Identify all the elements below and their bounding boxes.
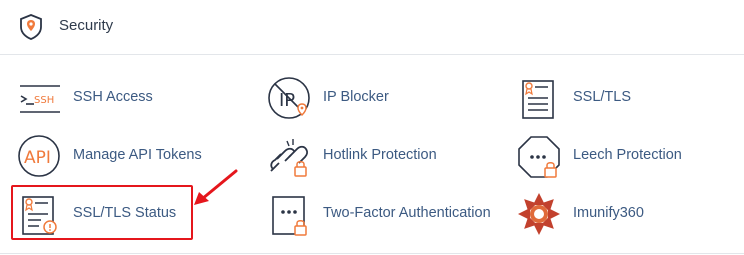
tool-imunify360[interactable]: Imunify360	[517, 191, 667, 239]
annotation-arrow	[194, 169, 238, 205]
octagon-password-lock-icon	[518, 136, 560, 178]
tool-ip-blocker[interactable]: IP IP Blocker	[267, 75, 427, 123]
tool-label: Imunify360	[573, 205, 644, 221]
tool-two-factor-authentication[interactable]: Two-Factor Authentication	[267, 191, 507, 239]
certificate-icon	[522, 80, 554, 119]
tool-label: Two-Factor Authentication	[323, 205, 491, 221]
tool-ssh-access[interactable]: SSH SSH Access	[17, 75, 187, 123]
svg-text:SSH: SSH	[34, 95, 54, 106]
tool-hotlink-protection[interactable]: Hotlink Protection	[267, 133, 457, 181]
tool-label: Hotlink Protection	[323, 147, 437, 163]
svg-text:IP: IP	[279, 90, 295, 111]
tool-label: Leech Protection	[573, 147, 682, 163]
tool-manage-api-tokens[interactable]: API Manage API Tokens	[17, 133, 217, 181]
tool-label: SSL/TLS	[573, 89, 632, 105]
ip-blocker-icon: IP	[268, 77, 310, 119]
shield-pin-icon	[20, 14, 42, 40]
broken-link-lock-icon	[270, 139, 308, 177]
tool-label: SSH Access	[73, 89, 153, 105]
tool-label: IP Blocker	[323, 89, 389, 105]
tool-label: Manage API Tokens	[73, 147, 202, 163]
panel-title: Security	[59, 17, 114, 34]
api-icon: API	[18, 135, 60, 177]
svg-text:API: API	[24, 148, 51, 168]
panel-bottom-border	[0, 253, 744, 254]
imunify360-logo-icon	[518, 193, 560, 235]
security-panel-header[interactable]: Security	[0, 0, 744, 55]
tool-ssl-tls[interactable]: SSL/TLS	[517, 75, 647, 123]
ssh-terminal-icon: SSH	[20, 85, 60, 113]
tool-leech-protection[interactable]: Leech Protection	[517, 133, 697, 181]
highlight-box	[11, 185, 193, 240]
two-factor-lock-icon	[272, 196, 307, 236]
